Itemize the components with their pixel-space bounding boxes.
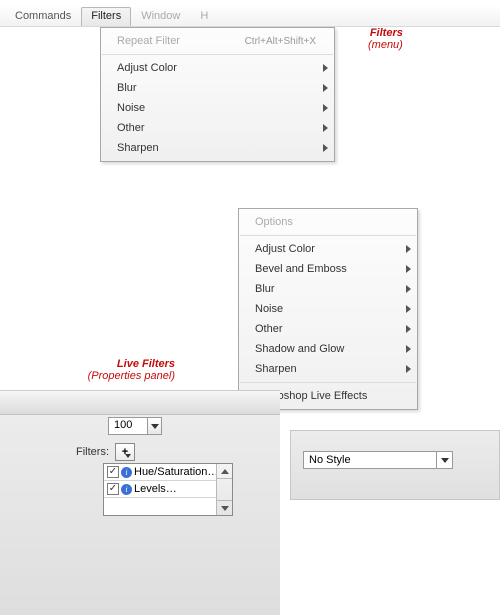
opacity-field[interactable]: 100 [108, 417, 162, 435]
annotation-live-filters: Live Filters (Properties panel) [55, 358, 175, 382]
filters-dropdown: Repeat Filter Ctrl+Alt+Shift+X Adjust Co… [100, 27, 335, 162]
filters-repeat-shortcut: Ctrl+Alt+Shift+X [215, 36, 316, 47]
style-dropdown[interactable]: No Style [303, 451, 453, 469]
filters-blur[interactable]: Blur [101, 78, 334, 98]
checkbox-icon[interactable] [107, 483, 119, 495]
separator [240, 382, 416, 383]
right-panel: No Style [290, 430, 500, 500]
live-sharpen[interactable]: Sharpen [239, 359, 417, 379]
chevron-right-icon [406, 305, 411, 313]
separator [240, 235, 416, 236]
live-adjustcolor[interactable]: Adjust Color [239, 239, 417, 259]
live-filters-dropdown: Options Adjust Color Bevel and Emboss Bl… [238, 208, 418, 410]
filters-adjustcolor[interactable]: Adjust Color [101, 58, 334, 78]
menu-filters[interactable]: Filters [81, 7, 131, 26]
live-blur[interactable]: Blur [239, 279, 417, 299]
scroll-up-icon[interactable] [217, 464, 232, 479]
menu-bar: Commands Filters Window H [0, 7, 500, 27]
live-bevel[interactable]: Bevel and Emboss [239, 259, 417, 279]
opacity-value: 100 [114, 419, 132, 431]
chevron-right-icon [323, 104, 328, 112]
checkbox-icon[interactable] [107, 466, 119, 478]
filters-repeat-item: Repeat Filter Ctrl+Alt+Shift+X [101, 31, 334, 51]
opacity-input[interactable]: 100 [108, 417, 148, 435]
filters-noise[interactable]: Noise [101, 98, 334, 118]
scroll-down-icon[interactable] [217, 500, 232, 515]
chevron-right-icon [406, 265, 411, 273]
chevron-right-icon [406, 285, 411, 293]
chevron-right-icon [323, 124, 328, 132]
properties-panel: 100 Filters: + i Hue/Saturation… i Level… [0, 390, 280, 500]
live-options: Options [239, 212, 417, 232]
filters-other[interactable]: Other [101, 118, 334, 138]
live-shadow[interactable]: Shadow and Glow [239, 339, 417, 359]
chevron-right-icon [406, 365, 411, 373]
annotation-filters: Filters (menu) [368, 27, 403, 51]
style-value: No Style [309, 454, 351, 466]
filter-row-hue[interactable]: i Hue/Saturation… [104, 464, 232, 481]
filters-label: Filters: [76, 446, 109, 458]
live-noise[interactable]: Noise [239, 299, 417, 319]
filter-row-label: Hue/Saturation… [134, 466, 218, 478]
filter-row-levels[interactable]: i Levels… [104, 481, 232, 498]
menu-window[interactable]: Window [131, 7, 190, 26]
chevron-down-icon[interactable] [436, 452, 452, 468]
add-filter-button[interactable]: + [115, 443, 135, 461]
chevron-right-icon [323, 84, 328, 92]
panel-header [0, 390, 280, 415]
live-other[interactable]: Other [239, 319, 417, 339]
chevron-right-icon [323, 144, 328, 152]
chevron-right-icon [323, 64, 328, 72]
info-icon[interactable]: i [121, 484, 132, 495]
separator [102, 54, 333, 55]
menu-help[interactable]: H [190, 7, 218, 26]
chevron-right-icon [406, 345, 411, 353]
scrollbar[interactable] [216, 464, 232, 515]
chevron-right-icon [406, 325, 411, 333]
filter-list: i Hue/Saturation… i Levels… [103, 463, 233, 516]
chevron-right-icon [406, 245, 411, 253]
filter-row-label: Levels… [134, 483, 177, 495]
filter-row-empty [104, 498, 232, 515]
filters-sharpen[interactable]: Sharpen [101, 138, 334, 158]
info-icon[interactable]: i [121, 467, 132, 478]
opacity-dropdown-icon[interactable] [148, 417, 162, 435]
filters-repeat-label: Repeat Filter [117, 35, 180, 47]
panel-body: 100 Filters: + i Hue/Saturation… i Level… [0, 415, 280, 615]
menu-commands[interactable]: Commands [5, 7, 81, 26]
